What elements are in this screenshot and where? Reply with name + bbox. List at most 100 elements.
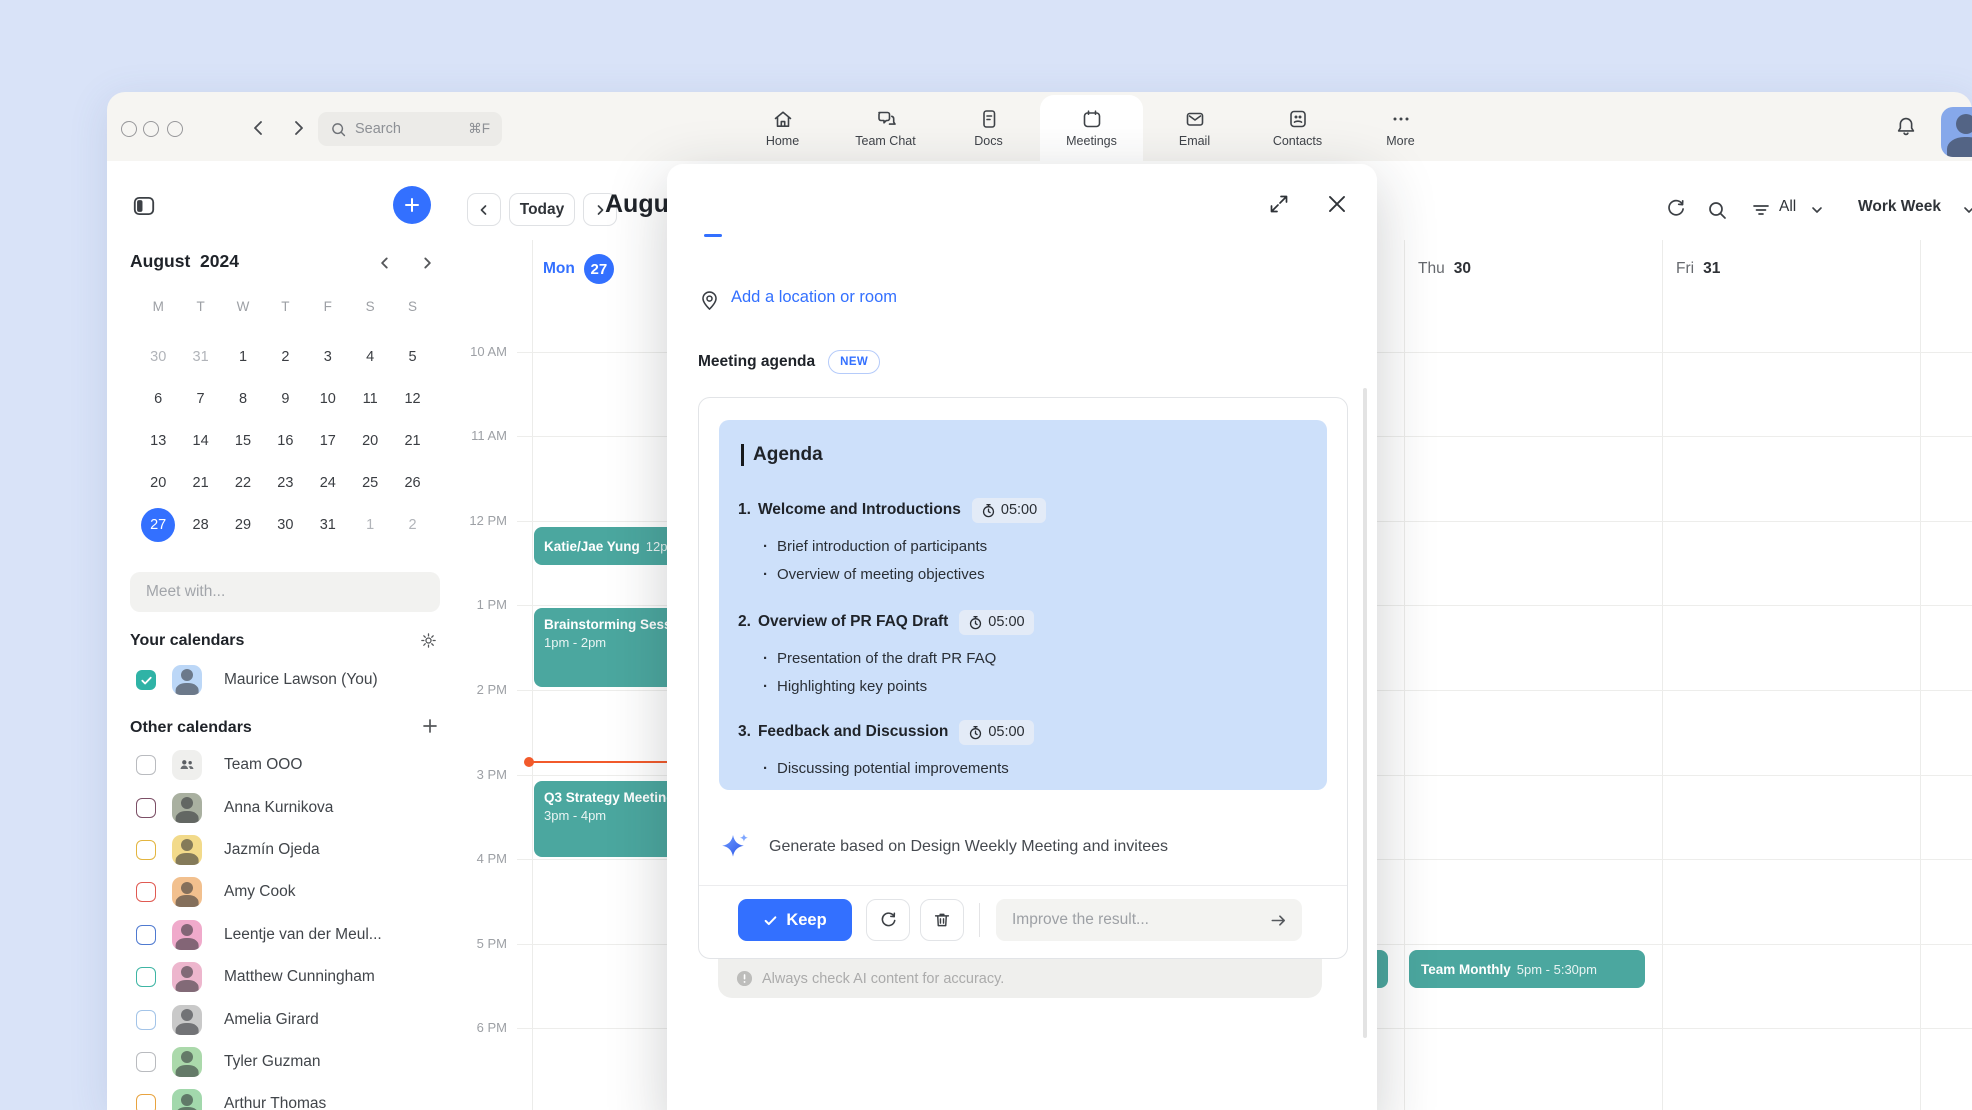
mini-calendar-day[interactable]: 9 [264, 378, 306, 420]
mini-calendar-day[interactable]: 31 [179, 336, 221, 378]
gear-icon[interactable] [419, 631, 438, 650]
filter-value[interactable]: All [1779, 198, 1796, 216]
mini-calendar-day[interactable]: 20 [137, 462, 179, 504]
view-selector[interactable]: Work Week [1858, 198, 1941, 216]
mini-calendar-day[interactable]: 10 [307, 378, 349, 420]
mini-calendar-day[interactable]: 28 [179, 504, 221, 546]
calendar-checkbox[interactable] [136, 925, 156, 945]
mini-calendar-day[interactable]: 21 [391, 420, 433, 462]
mini-calendar-day[interactable]: 15 [222, 420, 264, 462]
filter-icon[interactable] [1752, 202, 1770, 218]
mini-calendar-day[interactable]: 26 [391, 462, 433, 504]
nav-back-icon[interactable] [247, 116, 271, 140]
chevron-down-icon[interactable] [1810, 204, 1824, 216]
mini-calendar-day[interactable]: 17 [307, 420, 349, 462]
mini-calendar-day[interactable]: 5 [391, 336, 433, 378]
tab-email[interactable]: Email [1143, 95, 1246, 161]
calendar-checkbox[interactable] [136, 967, 156, 987]
user-avatar[interactable] [1941, 107, 1972, 157]
add-location-link[interactable]: Add a location or room [731, 288, 897, 307]
mini-calendar-day[interactable]: 12 [391, 378, 433, 420]
mini-calendar-day[interactable]: 31 [307, 504, 349, 546]
chevron-down-icon[interactable] [1962, 204, 1972, 216]
tab-contacts[interactable]: Contacts [1246, 95, 1349, 161]
agenda-content[interactable]: Agenda 1. Welcome and Introductions 05:0… [719, 420, 1327, 790]
calendar-item[interactable]: Jazmín Ojeda [130, 829, 450, 871]
calendar-checkbox[interactable] [136, 1010, 156, 1030]
mini-calendar-day[interactable]: 21 [179, 462, 221, 504]
calendar-item[interactable]: Amy Cook [130, 871, 450, 913]
calendar-item[interactable]: Arthur Thomas [130, 1083, 450, 1110]
tab-meetings[interactable]: Meetings [1040, 95, 1143, 161]
mini-calendar-prev-icon[interactable] [377, 255, 393, 271]
notifications-bell-icon[interactable] [1893, 114, 1919, 140]
regenerate-button[interactable] [866, 899, 910, 941]
keep-button[interactable]: Keep [738, 899, 852, 941]
close-icon[interactable] [1324, 191, 1350, 217]
create-event-button[interactable] [393, 186, 431, 224]
mini-calendar-day[interactable]: 2 [391, 504, 433, 546]
mini-calendar-next-icon[interactable] [419, 255, 435, 271]
calendar-item[interactable]: Leentje van der Meul... [130, 914, 450, 956]
today-button[interactable]: Today [509, 193, 575, 226]
window-minimize-button[interactable] [143, 121, 159, 137]
tab-more[interactable]: More [1349, 95, 1452, 161]
add-calendar-plus-icon[interactable] [421, 717, 439, 735]
mini-calendar-day[interactable]: 30 [137, 336, 179, 378]
calendar-checkbox[interactable] [136, 840, 156, 860]
tab-home[interactable]: Home [731, 95, 834, 161]
calendar-checkbox[interactable] [136, 798, 156, 818]
refresh-icon[interactable] [1664, 197, 1688, 221]
mini-calendar-day[interactable]: 23 [264, 462, 306, 504]
mini-calendar-day[interactable]: 14 [179, 420, 221, 462]
calendar-item[interactable]: Tyler Guzman [130, 1041, 450, 1083]
mini-calendar-day[interactable]: 30 [264, 504, 306, 546]
mini-calendar-day[interactable]: 16 [264, 420, 306, 462]
sidebar-toggle-icon[interactable] [131, 193, 157, 219]
mini-calendar-day[interactable]: 4 [349, 336, 391, 378]
mini-calendar-day[interactable]: 13 [137, 420, 179, 462]
tab-team-chat[interactable]: Team Chat [834, 95, 937, 161]
tab-docs[interactable]: Docs [937, 95, 1040, 161]
window-close-button[interactable] [121, 121, 137, 137]
calendar-item[interactable]: Matthew Cunningham [130, 956, 450, 998]
calendar-item-maurice[interactable]: Maurice Lawson (You) [130, 659, 450, 701]
calendar-checkbox[interactable] [136, 755, 156, 775]
mini-calendar-day[interactable]: 29 [222, 504, 264, 546]
mini-calendar-day[interactable]: 1 [222, 336, 264, 378]
meet-with-input[interactable] [130, 572, 440, 612]
calendar-item[interactable]: Anna Kurnikova [130, 786, 450, 828]
window-zoom-button[interactable] [167, 121, 183, 137]
calendar-checkbox[interactable] [136, 1052, 156, 1072]
nav-forward-icon[interactable] [286, 116, 310, 140]
discard-button[interactable] [920, 899, 964, 941]
mini-calendar-day[interactable]: 6 [137, 378, 179, 420]
agenda-bullet: Presentation of the draft PR FAQ [763, 644, 996, 672]
mini-calendar-day[interactable]: 25 [349, 462, 391, 504]
mini-calendar-day[interactable]: 20 [349, 420, 391, 462]
calendar-item-team-ooo[interactable]: Team OOO [130, 744, 450, 786]
mini-calendar-day[interactable]: 1 [349, 504, 391, 546]
event-team-monthly[interactable]: Team Monthly 5pm - 5:30pm [1409, 950, 1645, 988]
prev-period-button[interactable] [467, 193, 501, 226]
mini-calendar-day[interactable]: 2 [264, 336, 306, 378]
calendar-checkbox[interactable] [136, 882, 156, 902]
modal-scrollbar[interactable] [1363, 388, 1367, 1038]
improve-input-group[interactable] [996, 899, 1302, 941]
arrow-right-icon[interactable] [1269, 911, 1288, 930]
mini-calendar-day[interactable]: 11 [349, 378, 391, 420]
search-input[interactable] [347, 121, 468, 137]
calendar-item[interactable]: Amelia Girard [130, 998, 450, 1040]
search-icon[interactable] [1706, 199, 1728, 221]
mini-calendar-day[interactable]: 7 [179, 378, 221, 420]
mini-calendar-day[interactable]: 8 [222, 378, 264, 420]
mini-calendar-day-selected[interactable]: 27 [137, 504, 179, 546]
improve-input[interactable] [1010, 910, 1269, 930]
calendar-checkbox-checked[interactable] [136, 670, 156, 690]
global-search[interactable]: ⌘F [318, 112, 502, 146]
expand-icon[interactable] [1267, 192, 1291, 216]
mini-calendar-day[interactable]: 3 [307, 336, 349, 378]
calendar-checkbox[interactable] [136, 1094, 156, 1110]
mini-calendar-day[interactable]: 24 [307, 462, 349, 504]
mini-calendar-day[interactable]: 22 [222, 462, 264, 504]
